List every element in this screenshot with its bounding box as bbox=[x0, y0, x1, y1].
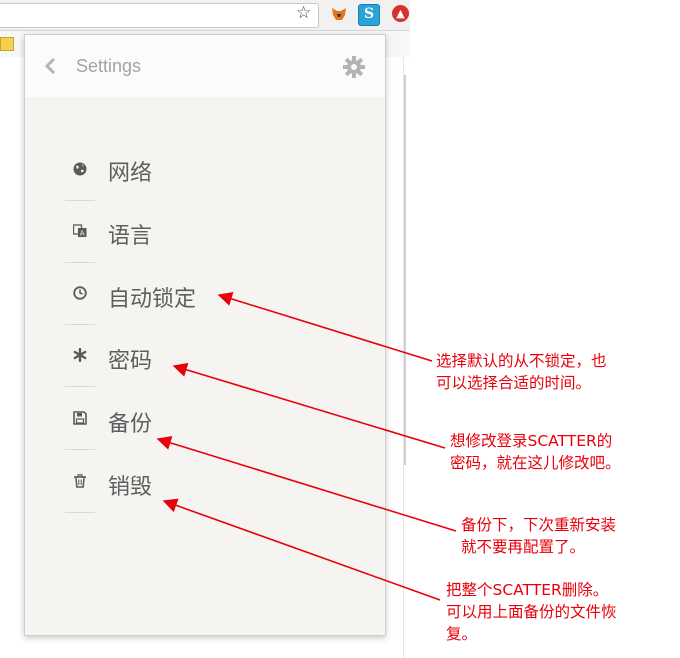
menu-divider bbox=[65, 512, 95, 513]
menu-label-language[interactable]: 语言 bbox=[108, 218, 152, 250]
menu-divider bbox=[65, 386, 95, 387]
language-icon: A bbox=[73, 224, 87, 238]
menu-item-destroy[interactable] bbox=[65, 451, 95, 513]
annotation-auto-lock: 选择默认的从不锁定，也 可以选择合适的时间。 bbox=[436, 352, 607, 392]
metamask-fox-icon[interactable] bbox=[331, 7, 347, 21]
chevron-left-icon[interactable] bbox=[43, 56, 57, 76]
floppy-disk-icon bbox=[73, 411, 87, 425]
menu-label-password[interactable]: 密码 bbox=[108, 343, 152, 375]
browser-toolbar: ☆ S ▲ bbox=[0, 0, 410, 31]
globe-icon bbox=[73, 162, 87, 176]
menu-item-network[interactable] bbox=[65, 139, 95, 201]
page-title: Settings bbox=[76, 56, 142, 76]
menu-label-backup[interactable]: 备份 bbox=[108, 406, 152, 438]
annotation-backup: 备份下，下次重新安装 就不要再配置了。 bbox=[461, 516, 617, 556]
scatter-extension-icon[interactable]: S bbox=[358, 4, 380, 26]
menu-divider bbox=[65, 449, 95, 450]
menu-item-auto-lock[interactable] bbox=[65, 263, 95, 325]
annotation-password: 想修改登录SCATTER的 密码，就在这儿修改吧。 bbox=[450, 432, 621, 472]
menu-label-network[interactable]: 网络 bbox=[108, 155, 152, 187]
menu-label-auto-lock[interactable]: 自动锁定 bbox=[108, 281, 196, 313]
settings-popup: Settings 网络 A 语言 自动锁定 密码 备份 销毁 bbox=[24, 34, 386, 636]
trash-icon bbox=[74, 474, 86, 488]
bookmark-folder-icon[interactable] bbox=[0, 37, 14, 51]
page-scrollbar[interactable] bbox=[404, 75, 406, 465]
popup-header: Settings bbox=[25, 35, 385, 97]
menu-item-backup[interactable] bbox=[65, 388, 95, 450]
menu-item-password[interactable] bbox=[65, 325, 95, 387]
red-extension-icon[interactable]: ▲ bbox=[392, 5, 409, 22]
menu-label-destroy[interactable]: 销毁 bbox=[108, 469, 152, 501]
asterisk-icon bbox=[73, 348, 87, 362]
menu-item-language[interactable]: A bbox=[65, 201, 95, 263]
svg-text:A: A bbox=[80, 230, 85, 238]
address-bar[interactable] bbox=[0, 3, 319, 28]
clock-icon bbox=[73, 286, 87, 300]
annotation-destroy: 把整个SCATTER删除。 可以用上面备份的文件恢 复。 bbox=[446, 581, 617, 643]
bookmark-star-icon[interactable]: ☆ bbox=[296, 3, 311, 23]
gear-icon[interactable] bbox=[343, 56, 365, 78]
